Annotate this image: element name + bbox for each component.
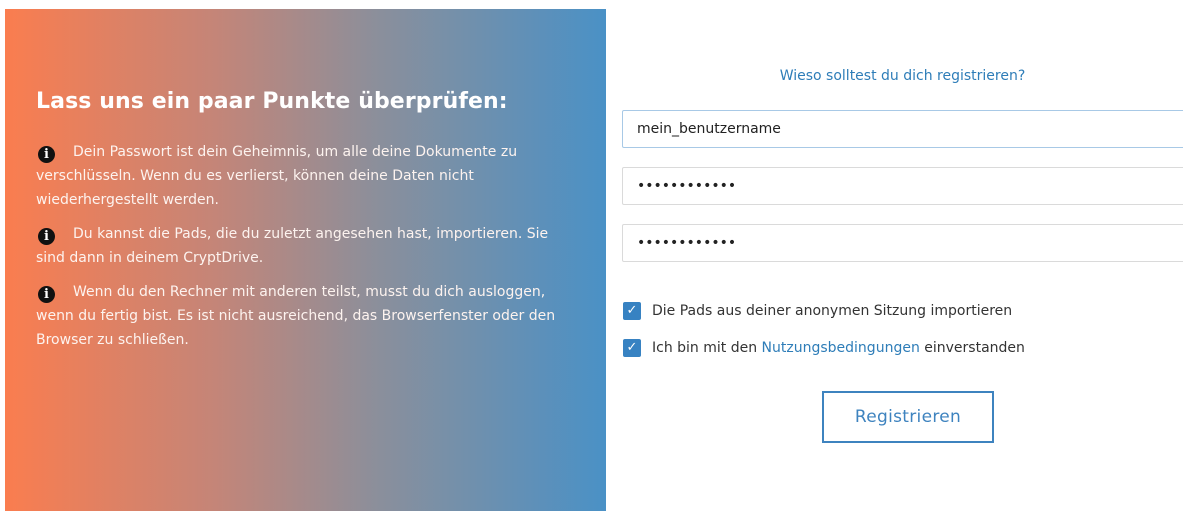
terms-suffix: einverstanden [919,340,1025,356]
info-item-text: Du kannst die Pads, die du zuletzt anges… [36,226,549,266]
info-item-text: Wenn du den Rechner mit anderen teilst, … [36,284,556,348]
info-item-text: Dein Passwort ist dein Geheimnis, um all… [36,144,518,208]
info-circle-icon: i [38,228,55,245]
import-pads-checkbox[interactable]: ✓ [623,302,641,320]
terms-prefix: Ich bin mit den [652,340,762,356]
terms-link[interactable]: Nutzungsbedingungen [762,340,920,356]
info-circle-icon: i [38,146,55,163]
password-input[interactable] [622,167,1183,205]
terms-row: ✓ Ich bin mit den Nutzungsbedingungen ei… [623,337,1025,359]
username-input[interactable] [622,110,1183,148]
info-item: i Wenn du den Rechner mit anderen teilst,… [36,280,566,352]
info-title: Lass uns ein paar Punkte überprüfen: [36,89,508,114]
info-panel: Lass uns ein paar Punkte überprüfen: i De… [5,9,606,511]
why-register-link[interactable]: Wieso solltest du dich registrieren? [622,68,1183,84]
info-item: i Dein Passwort ist dein Geheimnis, um al… [36,140,566,212]
password-confirm-input[interactable] [622,224,1183,262]
register-page: Lass uns ein paar Punkte überprüfen: i De… [0,0,1183,511]
info-item: i Du kannst die Pads, die du zuletzt ange… [36,222,566,270]
import-pads-label: Die Pads aus deiner anonymen Sitzung imp… [652,303,1013,319]
import-pads-row: ✓ Die Pads aus deiner anonymen Sitzung i… [623,300,1012,322]
register-button[interactable]: Registrieren [822,391,994,443]
terms-checkbox[interactable]: ✓ [623,339,641,357]
info-circle-icon: i [38,286,55,303]
